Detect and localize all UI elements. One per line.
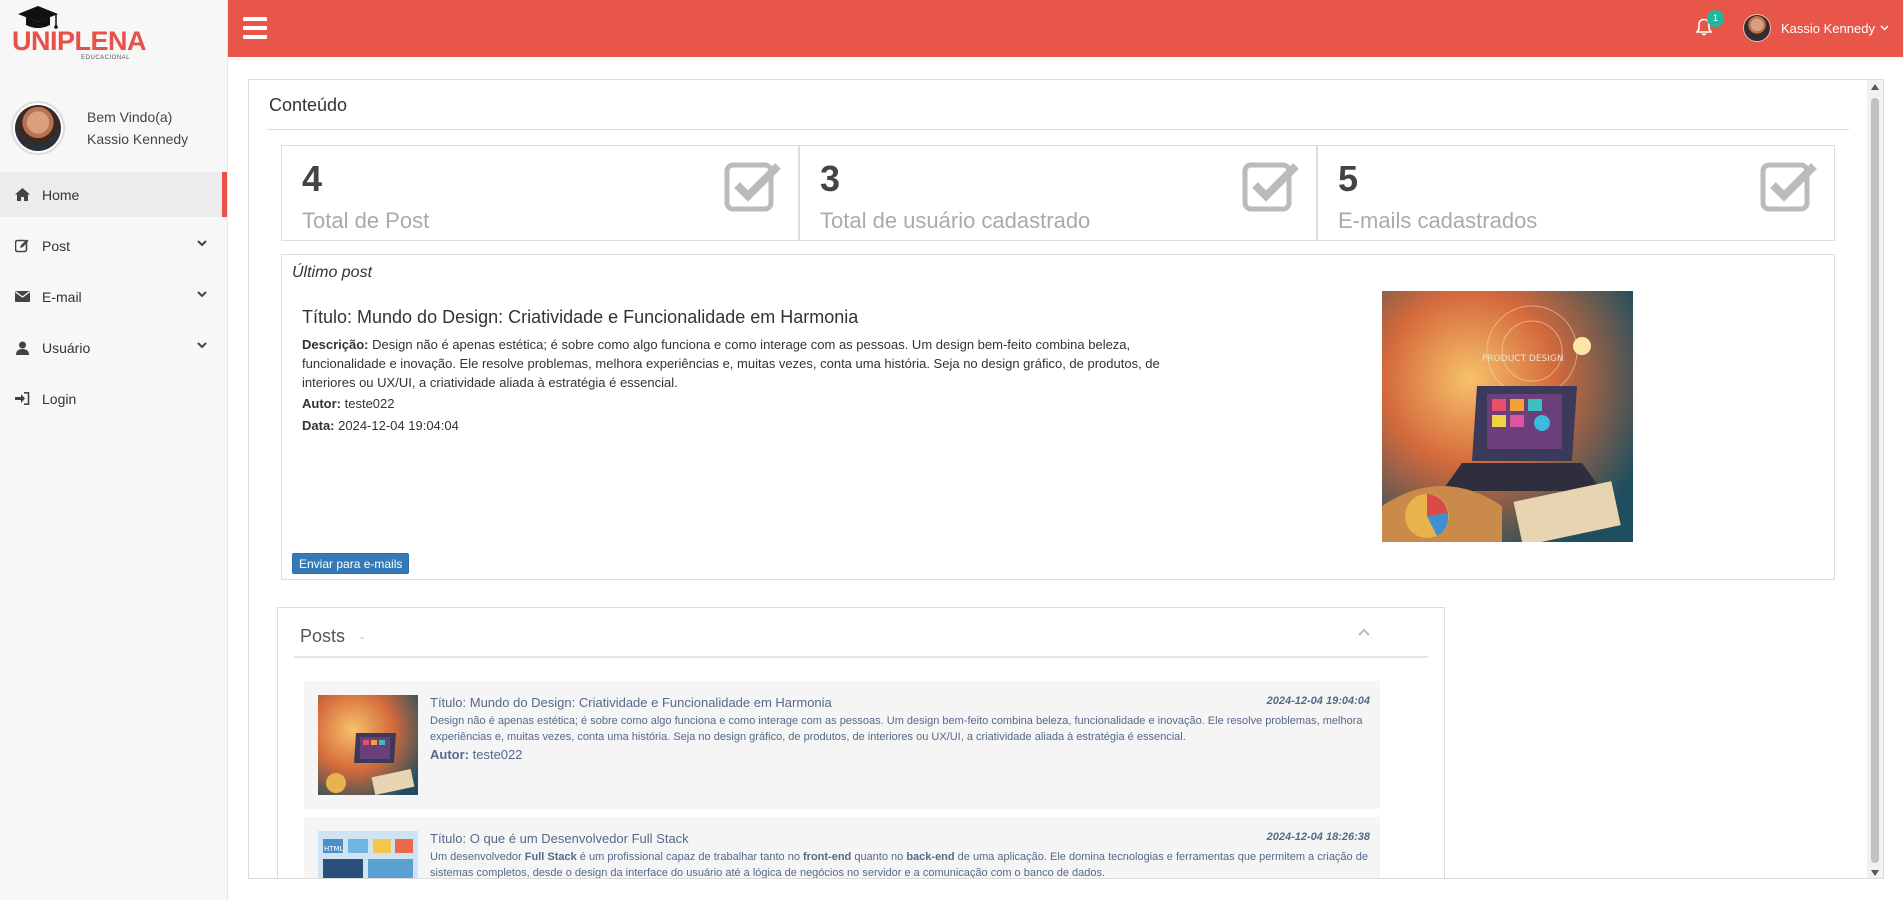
last-post-heading: Último post xyxy=(292,264,373,281)
sidebar-item-usuario[interactable]: Usuário xyxy=(0,325,227,370)
last-post-title: Título: Mundo do Design: Criatividade e … xyxy=(302,307,859,327)
sidebar: UNIPLENA EDUCACIONAL Bem Vindo(a) Kassio… xyxy=(0,0,228,900)
stat-label: Total de Post xyxy=(302,208,430,233)
post-date: 2024-12-04 19:04:04 xyxy=(1266,695,1370,707)
sidebar-item-label: Usuário xyxy=(42,339,91,356)
profile-name: Kassio Kennedy xyxy=(87,130,189,147)
check-square-icon xyxy=(1242,162,1299,212)
last-post-author: Autor: teste022 xyxy=(302,396,395,411)
sidebar-item-label: Login xyxy=(42,390,77,407)
last-post-description: Descrição: Design não é apenas estética;… xyxy=(302,337,1160,390)
user-menu[interactable]: Kassio Kennedy xyxy=(1743,14,1889,42)
stat-value: 4 xyxy=(302,158,323,199)
last-post-date: Data: 2024-12-04 19:04:04 xyxy=(302,418,459,433)
posts-title: Posts xyxy=(300,626,346,646)
edit-icon xyxy=(14,238,30,254)
chevron-down-icon xyxy=(197,342,207,349)
scroll-down-arrow-icon[interactable] xyxy=(1871,870,1879,876)
sidebar-item-post[interactable]: Post xyxy=(0,223,227,268)
posts-header: Posts - xyxy=(294,608,1428,658)
image-caption: PRODUCT DESIGN xyxy=(1482,354,1564,364)
scrollbar[interactable] xyxy=(1867,80,1883,878)
sidebar-item-label: E-mail xyxy=(42,288,82,305)
post-item[interactable]: HTML Título: O que é um Desenvolvedor Fu… xyxy=(304,817,1380,879)
sidebar-item-email[interactable]: E-mail xyxy=(0,274,227,319)
page-title: Conteúdo xyxy=(269,95,348,115)
logo[interactable]: UNIPLENA EDUCACIONAL xyxy=(0,0,227,67)
content-header: Conteúdo xyxy=(267,80,1849,130)
logo-subtext: EDUCACIONAL xyxy=(81,55,130,61)
stat-box-users: 3 Total de usuário cadastrado xyxy=(799,145,1317,241)
avatar xyxy=(11,100,65,155)
content-panel: Conteúdo 4 Total de Post 3 Total de usuá… xyxy=(248,79,1884,879)
chevron-down-icon xyxy=(197,240,207,247)
sidebar-item-label: Home xyxy=(42,186,80,203)
sidebar-item-home[interactable]: Home xyxy=(0,172,227,217)
post-thumbnail: HTML xyxy=(318,831,418,878)
sidebar-item-login[interactable]: Login xyxy=(0,376,227,421)
posts-count: - xyxy=(360,630,364,644)
envelope-icon xyxy=(14,289,30,305)
last-post-panel: Último post Título: Mundo do Design: Cri… xyxy=(281,254,1835,580)
menu-toggle-button[interactable] xyxy=(243,17,267,39)
check-square-icon xyxy=(1760,162,1817,212)
stat-label: E-mails cadastrados xyxy=(1338,208,1538,233)
svg-text:HTML: HTML xyxy=(324,845,344,853)
sign-in-icon xyxy=(14,391,30,407)
stat-box-emails: 5 E-mails cadastrados xyxy=(1317,145,1835,241)
logo-text: UNIPLENA xyxy=(12,26,147,56)
post-title[interactable]: Título: O que é um Desenvolvedor Full St… xyxy=(430,831,689,846)
user-icon xyxy=(14,340,30,356)
chevron-down-icon xyxy=(197,291,207,298)
post-title[interactable]: Título: Mundo do Design: Criatividade e … xyxy=(430,695,832,710)
user-name: Kassio Kennedy xyxy=(1781,20,1875,36)
send-emails-button[interactable]: Enviar para e-mails xyxy=(292,553,410,574)
sidebar-item-label: Post xyxy=(42,237,71,254)
scroll-up-arrow-icon[interactable] xyxy=(1871,84,1879,90)
post-author: Autor: teste022 xyxy=(430,747,523,762)
home-icon xyxy=(14,187,30,203)
user-profile: Bem Vindo(a) Kassio Kennedy xyxy=(0,67,227,172)
last-post-image: PRODUCT DESIGN xyxy=(1382,291,1633,542)
top-navbar: 1 Kassio Kennedy xyxy=(228,0,1903,57)
welcome-text: Bem Vindo(a) xyxy=(87,108,173,125)
stat-value: 5 xyxy=(1338,158,1359,199)
chevron-up-icon[interactable] xyxy=(1358,628,1370,636)
notification-badge: 1 xyxy=(1707,10,1724,27)
post-thumbnail xyxy=(318,695,418,795)
scroll-thumb[interactable] xyxy=(1871,98,1879,863)
chevron-down-icon xyxy=(1880,25,1889,31)
stat-label: Total de usuário cadastrado xyxy=(820,208,1091,233)
check-square-icon xyxy=(724,162,781,212)
post-item[interactable]: Título: Mundo do Design: Criatividade e … xyxy=(304,681,1380,809)
avatar xyxy=(1743,14,1771,42)
stat-value: 3 xyxy=(820,158,841,199)
stat-box-posts: 4 Total de Post xyxy=(281,145,799,241)
posts-panel: Posts - Título: Mundo do Design: Criativ… xyxy=(277,607,1445,879)
post-description: Design não é apenas estética; é sobre co… xyxy=(430,715,1363,743)
post-date: 2024-12-04 18:26:38 xyxy=(1266,831,1370,843)
sidebar-nav: Home Post E-mail Usuário Login xyxy=(0,172,227,421)
post-description: Um desenvolvedor Full Stack é um profiss… xyxy=(430,851,1368,879)
